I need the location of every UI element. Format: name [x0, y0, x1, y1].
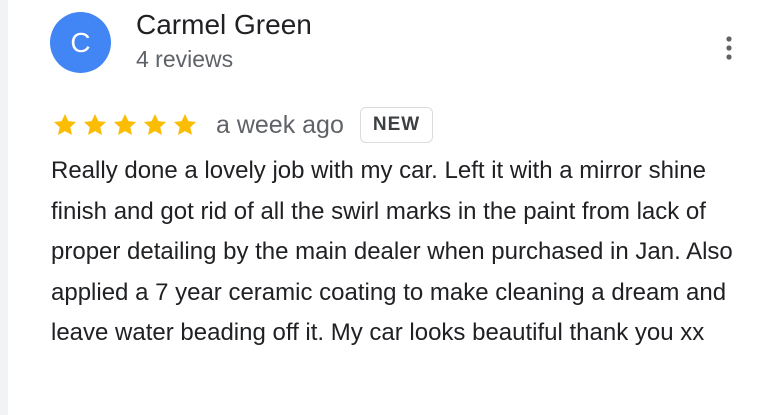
reviewer-name[interactable]: Carmel Green: [136, 9, 312, 41]
avatar-letter: C: [70, 26, 91, 58]
reviewer-review-count: 4 reviews: [136, 46, 234, 72]
star-icon: [173, 113, 197, 135]
star-icon: [143, 113, 167, 135]
more-vertical-icon: [726, 36, 732, 60]
rating-row: a week ago NEW: [52, 103, 434, 147]
review-card: C Carmel Green 4 reviews a week ago NEW …: [0, 0, 768, 415]
star-icon: [113, 113, 137, 135]
star-icon: [83, 113, 107, 135]
star-icon: [53, 113, 77, 135]
review-text: Really done a lovely job with my car. Le…: [51, 157, 733, 346]
reviewer-avatar[interactable]: C: [50, 12, 111, 73]
more-options-button[interactable]: [712, 28, 746, 68]
review-date: a week ago: [216, 110, 344, 139]
star-rating: [52, 112, 198, 138]
new-badge: NEW: [359, 107, 434, 143]
